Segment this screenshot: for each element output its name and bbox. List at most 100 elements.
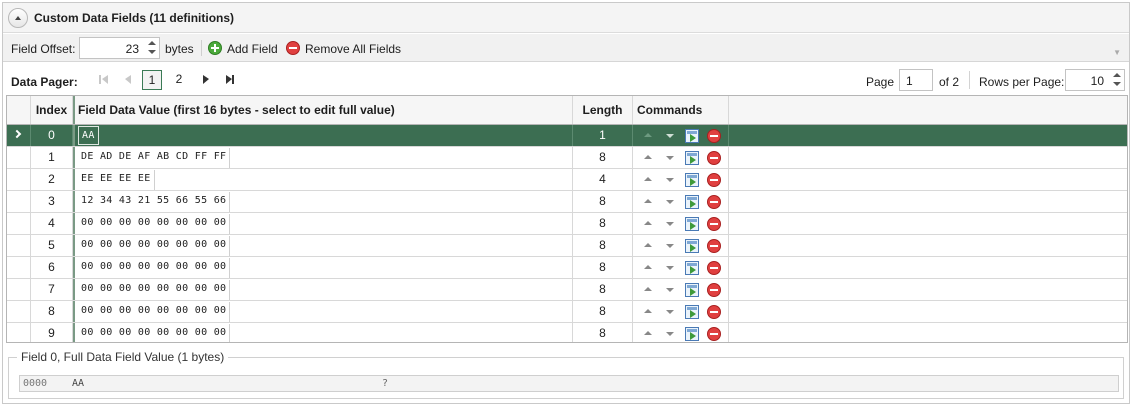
field-value-text[interactable]: 00 00 00 00 00 00 00 00 <box>78 280 231 300</box>
field-value-cell[interactable]: 00 00 00 00 00 00 00 00 <box>73 279 573 300</box>
remove-field-icon[interactable] <box>707 129 721 143</box>
remove-field-icon[interactable] <box>707 261 721 275</box>
move-down-icon[interactable] <box>666 134 674 138</box>
rows-per-page-input[interactable]: 10 <box>1065 69 1125 91</box>
field-offset-input[interactable]: 23 <box>79 37 160 59</box>
edit-field-icon[interactable] <box>685 129 699 143</box>
move-up-icon[interactable] <box>644 287 652 291</box>
move-up-icon[interactable] <box>644 155 652 159</box>
table-row[interactable]: 2 EE EE EE EE 4 <box>7 169 1127 191</box>
table-row[interactable]: 5 00 00 00 00 00 00 00 00 8 <box>7 235 1127 257</box>
hex-bytes[interactable]: AA <box>72 376 84 391</box>
column-header-index[interactable]: Index <box>31 96 73 124</box>
edit-field-icon[interactable] <box>685 261 699 275</box>
field-value-text[interactable]: EE EE EE EE <box>78 170 155 190</box>
field-value-text[interactable]: 12 34 43 21 55 66 55 66 <box>78 192 231 212</box>
remove-field-icon[interactable] <box>707 151 721 165</box>
hex-editor[interactable]: 0000 AA ? <box>19 375 1119 392</box>
page-button-1[interactable]: 1 <box>142 70 162 90</box>
row-selector[interactable] <box>7 279 31 300</box>
edit-field-icon[interactable] <box>685 195 699 209</box>
move-down-icon[interactable] <box>666 244 674 248</box>
row-selector[interactable] <box>7 213 31 234</box>
field-value-text[interactable]: 00 00 00 00 00 00 00 00 <box>78 236 231 256</box>
spin-up-icon[interactable] <box>1113 73 1121 77</box>
table-row[interactable]: 6 00 00 00 00 00 00 00 00 8 <box>7 257 1127 279</box>
edit-field-icon[interactable] <box>685 217 699 231</box>
field-value-cell[interactable]: 00 00 00 00 00 00 00 00 <box>73 213 573 234</box>
spin-down-icon[interactable] <box>1113 82 1121 86</box>
move-up-icon[interactable] <box>644 177 652 181</box>
collapse-button[interactable] <box>8 8 28 28</box>
field-value-cell[interactable]: 00 00 00 00 00 00 00 00 <box>73 257 573 278</box>
row-selector[interactable] <box>7 147 31 168</box>
move-down-icon[interactable] <box>666 156 674 160</box>
field-value-text[interactable]: 00 00 00 00 00 00 00 00 <box>78 324 231 342</box>
table-row[interactable]: 9 00 00 00 00 00 00 00 00 8 <box>7 323 1127 342</box>
field-value-cell[interactable]: 12 34 43 21 55 66 55 66 <box>73 191 573 212</box>
field-value-cell[interactable]: DE AD DE AF AB CD FF FF <box>73 147 573 168</box>
edit-field-icon[interactable] <box>685 283 699 297</box>
move-up-icon[interactable] <box>644 243 652 247</box>
next-page-icon[interactable] <box>200 74 212 86</box>
row-selector[interactable] <box>7 235 31 256</box>
add-circle-icon[interactable] <box>208 41 222 55</box>
edit-field-icon[interactable] <box>685 305 699 319</box>
move-down-icon[interactable] <box>666 332 674 336</box>
remove-field-icon[interactable] <box>707 217 721 231</box>
field-value-text[interactable]: 00 00 00 00 00 00 00 00 <box>78 214 231 234</box>
remove-field-icon[interactable] <box>707 283 721 297</box>
field-value-text[interactable]: 00 00 00 00 00 00 00 00 <box>78 302 231 322</box>
field-value-text[interactable]: DE AD DE AF AB CD FF FF <box>78 148 231 168</box>
remove-field-icon[interactable] <box>707 195 721 209</box>
field-value-text[interactable]: 00 00 00 00 00 00 00 00 <box>78 258 231 278</box>
page-input[interactable]: 1 <box>899 69 933 91</box>
field-value-text[interactable]: AA <box>78 126 99 145</box>
table-row[interactable]: 0 AA 1 <box>7 125 1127 147</box>
rows-per-page-spinner[interactable] <box>1112 72 1122 88</box>
field-value-cell[interactable]: AA <box>73 125 573 146</box>
move-up-icon[interactable] <box>644 265 652 269</box>
table-row[interactable]: 8 00 00 00 00 00 00 00 00 8 <box>7 301 1127 323</box>
table-row[interactable]: 1 DE AD DE AF AB CD FF FF 8 <box>7 147 1127 169</box>
move-up-icon[interactable] <box>644 221 652 225</box>
table-row[interactable]: 7 00 00 00 00 00 00 00 00 8 <box>7 279 1127 301</box>
row-selector[interactable] <box>7 323 31 342</box>
remove-field-icon[interactable] <box>707 305 721 319</box>
remove-field-icon[interactable] <box>707 327 721 341</box>
field-offset-spinner[interactable] <box>147 40 157 56</box>
table-row[interactable]: 4 00 00 00 00 00 00 00 00 8 <box>7 213 1127 235</box>
move-down-icon[interactable] <box>666 288 674 292</box>
move-up-icon[interactable] <box>644 309 652 313</box>
row-selector[interactable] <box>7 257 31 278</box>
move-down-icon[interactable] <box>666 200 674 204</box>
edit-field-icon[interactable] <box>685 151 699 165</box>
field-value-cell[interactable]: 00 00 00 00 00 00 00 00 <box>73 235 573 256</box>
spin-down-icon[interactable] <box>148 50 156 54</box>
previous-page-icon[interactable] <box>122 74 134 86</box>
first-page-icon[interactable] <box>98 74 110 86</box>
field-value-cell[interactable]: EE EE EE EE <box>73 169 573 190</box>
column-header-field-data-value[interactable]: Field Data Value (first 16 bytes - selec… <box>73 96 573 124</box>
edit-field-icon[interactable] <box>685 327 699 341</box>
move-up-icon[interactable] <box>644 133 652 137</box>
move-down-icon[interactable] <box>666 178 674 182</box>
spin-up-icon[interactable] <box>148 41 156 45</box>
row-selector[interactable] <box>7 191 31 212</box>
remove-circle-icon[interactable] <box>286 41 300 55</box>
remove-field-icon[interactable] <box>707 173 721 187</box>
row-selector[interactable] <box>7 125 31 146</box>
move-up-icon[interactable] <box>644 199 652 203</box>
move-down-icon[interactable] <box>666 266 674 270</box>
page-button-2[interactable]: 2 <box>169 70 189 90</box>
field-value-cell[interactable]: 00 00 00 00 00 00 00 00 <box>73 323 573 342</box>
move-down-icon[interactable] <box>666 222 674 226</box>
edit-field-icon[interactable] <box>685 239 699 253</box>
move-down-icon[interactable] <box>666 310 674 314</box>
add-field-button[interactable]: Add Field <box>227 42 278 56</box>
move-up-icon[interactable] <box>644 331 652 335</box>
remove-field-icon[interactable] <box>707 239 721 253</box>
column-header-length[interactable]: Length <box>573 96 633 124</box>
row-selector[interactable] <box>7 169 31 190</box>
last-page-icon[interactable] <box>224 74 236 86</box>
